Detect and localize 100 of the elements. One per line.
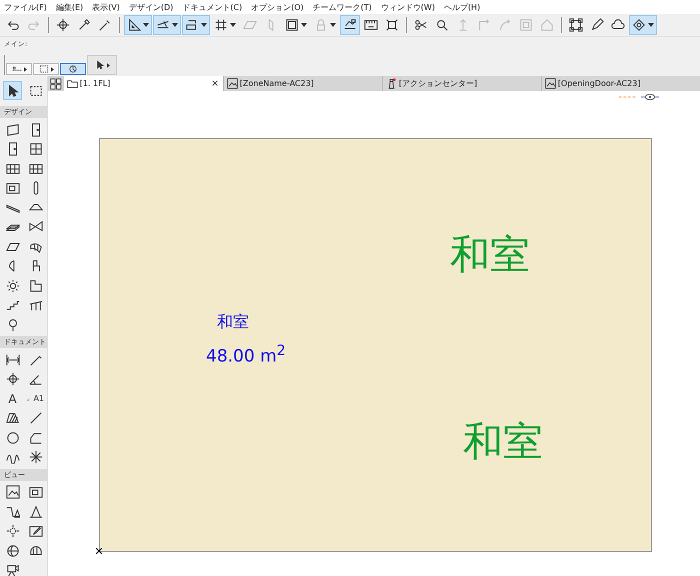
zone-stamp-text: 48.00 m$^{2}$ (206, 343, 286, 367)
picture-frame-icon (544, 78, 556, 89)
pipette-icon (98, 18, 112, 32)
toolbar-button[interactable] (182, 15, 210, 35)
grid-panel-icon (6, 162, 20, 176)
eye-icon[interactable] (640, 93, 660, 101)
menu-item[interactable]: デザイン(D) (128, 2, 174, 12)
zone-name: 和室 (463, 418, 543, 467)
caret-icon (143, 23, 149, 27)
menu-item[interactable]: ウィンドウ(W) (380, 2, 435, 12)
circle-icon (6, 430, 20, 444)
toolbar-button[interactable] (629, 15, 657, 35)
menu-item[interactable]: ファイル(F) (4, 2, 47, 12)
tab-label: [ZoneName-AC23] (240, 79, 315, 88)
zone-name: 和室 (450, 231, 530, 280)
elevation-marker-icon (28, 504, 42, 518)
window-frame-icon (6, 181, 20, 195)
railing-icon (28, 298, 42, 312)
stack-icon (185, 18, 199, 32)
panel-icon (6, 122, 20, 136)
triangle-icon (127, 18, 141, 32)
caret-icon (648, 23, 654, 27)
eyedropper-icon (77, 18, 91, 32)
caret-icon (106, 62, 110, 68)
stairs-icon (6, 298, 20, 312)
line-icon (28, 411, 42, 425)
menu-item[interactable]: オプション(O) (251, 2, 304, 12)
tool-button[interactable] (3, 81, 22, 100)
dimension-icon (6, 352, 20, 366)
nodes-icon (569, 18, 583, 32)
tab-label: [1. 1FL] (80, 79, 112, 88)
magnifier-icon (435, 18, 449, 32)
angle-icon (28, 372, 42, 386)
pencil-icon (590, 18, 604, 32)
toolbar-button[interactable] (124, 15, 152, 35)
caret-icon (201, 23, 207, 27)
caret-icon (50, 66, 54, 72)
dome-icon (28, 544, 42, 558)
arrow-cursor-icon (94, 60, 104, 70)
picture-frame-icon (6, 485, 20, 499)
picture-frame-icon (226, 78, 238, 89)
ruler-icon (364, 18, 378, 32)
corner-icon (477, 18, 491, 32)
diamond-icon (632, 18, 646, 32)
zone-stamp-text: 和室 (217, 312, 249, 333)
menu-item[interactable]: ドキュメント(C) (182, 2, 242, 12)
menu-item[interactable]: ヘルプ(H) (444, 2, 480, 12)
label-glyph: A1 (33, 394, 44, 402)
grid-icon (214, 18, 228, 32)
grid-panel-icon (28, 162, 42, 176)
toolbar-button[interactable] (340, 15, 360, 35)
bowtie-icon (28, 220, 42, 234)
square-icon (285, 18, 299, 32)
menu-item[interactable]: チームワーク(T) (312, 2, 372, 12)
level-marker-icon (6, 504, 20, 518)
close-button[interactable]: × (211, 78, 223, 88)
info-box-button[interactable] (87, 55, 117, 75)
folder-icon (66, 78, 78, 89)
toolbar-button[interactable] (153, 15, 181, 35)
parallelogram-icon (243, 18, 257, 32)
crosshair-icon (56, 18, 70, 32)
tab-label: [アクションセンター] (398, 78, 478, 89)
tool-button[interactable]: A1 (26, 389, 45, 408)
caret-icon (230, 23, 236, 27)
burst-icon (28, 450, 42, 464)
four-squares-icon[interactable] (50, 78, 62, 90)
info-box-button[interactable] (6, 63, 32, 75)
info-box-button[interactable] (60, 63, 86, 75)
lock-icon (314, 18, 328, 32)
camera-icon (6, 563, 20, 576)
room-outline-icon (28, 278, 42, 292)
sun-icon (6, 278, 20, 292)
window-icon (28, 142, 42, 156)
menu-item[interactable]: 表示(V) (92, 2, 120, 12)
globe-icon (6, 544, 20, 558)
rotate-icon (68, 64, 78, 74)
dashed-rectangle-icon (38, 64, 48, 74)
tool-button[interactable]: A (3, 389, 22, 408)
caret-icon (301, 23, 307, 27)
info-box-button[interactable] (33, 63, 59, 75)
window-frame-icon (28, 485, 42, 499)
cross-mark-icon (96, 548, 102, 554)
caret-icon (172, 23, 178, 27)
cloud-icon (611, 18, 625, 32)
caret-icon (330, 23, 336, 27)
crosshair-icon (6, 372, 20, 386)
nested-square-icon (519, 18, 533, 32)
polyline-icon (28, 430, 42, 444)
tab[interactable]: [1. 1FL] × (64, 76, 223, 91)
dotted-target-icon (6, 524, 20, 538)
menu-item[interactable]: 編集(E) (56, 2, 84, 12)
pencil-frame-icon (28, 524, 42, 538)
curved-arrow-icon (498, 18, 512, 32)
tab-label: [OpeningDoor-AC23] (558, 79, 642, 88)
frame-icon (385, 18, 399, 32)
slope-icon (343, 18, 357, 32)
scissors-icon (414, 18, 428, 32)
caret-icon (24, 66, 26, 72)
house-icon (540, 18, 554, 32)
hatched-shape-icon (6, 411, 20, 425)
